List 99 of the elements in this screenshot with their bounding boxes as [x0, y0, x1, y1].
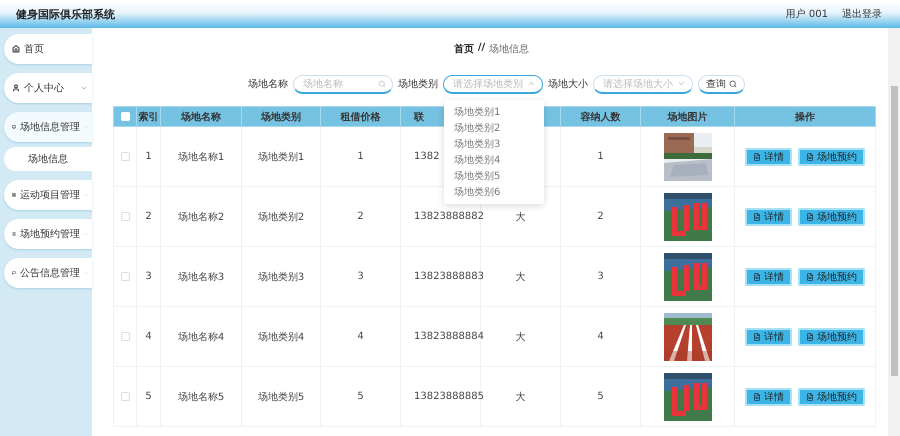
column-header: 场地类别 [242, 106, 320, 126]
search-icon [729, 80, 737, 88]
table-cell: 大 [516, 212, 526, 222]
column-header: 容纳人数 [560, 106, 640, 126]
logout-link[interactable]: 退出登录 [842, 7, 882, 21]
table-cell: 2 [597, 211, 604, 222]
table-cell: 1 [357, 151, 364, 162]
document-icon [806, 152, 814, 160]
field-label: 场地名称 [248, 78, 288, 91]
table-cell: 场地类别4 [258, 332, 304, 342]
table-cell: 场地名称4 [178, 332, 224, 342]
chevron-down-icon [80, 84, 88, 92]
table-cell: 场地名称3 [178, 272, 224, 282]
field-label: 场地大小 [548, 78, 588, 91]
reserve-button[interactable]: 场地预约 [798, 208, 865, 226]
document-icon [753, 392, 761, 400]
table-cell: 2 [357, 211, 364, 222]
sidebar-item[interactable]: 运动项目管理 [4, 180, 92, 210]
details-button[interactable]: 详情 [745, 268, 792, 286]
dropdown-option[interactable]: 场地类别5 [444, 168, 544, 184]
sidebar-item[interactable]: 个人中心 [4, 73, 92, 103]
details-button[interactable]: 详情 [745, 148, 792, 166]
query-button[interactable]: 查询 [698, 74, 745, 94]
table-cell: 5 [145, 391, 152, 402]
sidebar-item[interactable]: 场地预约管理 [4, 219, 92, 249]
details-button[interactable]: 详情 [745, 328, 792, 346]
table-cell: 4 [597, 331, 604, 342]
column-header: 场地图片 [640, 106, 734, 126]
user-name[interactable]: 用户 001 [786, 7, 828, 21]
table-cell: 13823888883 [414, 271, 484, 282]
document-icon [753, 332, 761, 340]
sidebar-item[interactable]: 首页 [4, 34, 92, 64]
sidebar-item[interactable]: 公告信息管理 [4, 258, 92, 288]
column-header: 场地名称 [160, 106, 242, 126]
table-cell: 场地类别2 [258, 212, 304, 222]
app-title: 健身国际俱乐部系统 [16, 6, 115, 22]
details-button[interactable]: 详情 [745, 208, 792, 226]
menu-icon [12, 230, 16, 238]
document-icon [753, 272, 761, 280]
table-cell: 2 [145, 211, 152, 222]
table-cell: 场地类别3 [258, 272, 304, 282]
document-icon [753, 212, 761, 220]
table-cell: 大 [516, 272, 526, 282]
document-icon [806, 332, 814, 340]
table-cell: 场地名称2 [178, 212, 224, 222]
menu-icon [12, 269, 16, 277]
table-cell: 场地类别5 [258, 392, 304, 402]
table-cell: 大 [516, 332, 526, 342]
column-header: 索引 [136, 106, 160, 126]
table-cell: 5 [597, 391, 604, 402]
row-checkbox[interactable] [120, 212, 130, 221]
table-cell: 3 [597, 271, 604, 282]
row-checkbox[interactable] [120, 392, 130, 401]
sidebar-item[interactable]: 场地信息管理 [4, 112, 92, 142]
document-icon [806, 212, 814, 220]
row-checkbox[interactable] [120, 152, 130, 161]
reserve-button[interactable]: 场地预约 [798, 148, 865, 166]
breadcrumb-separator: // [478, 42, 486, 55]
table-cell: 13823888884 [414, 331, 484, 342]
breadcrumb-item[interactable]: 首页 [454, 42, 474, 58]
column-header: 操作 [734, 106, 876, 126]
dropdown-option[interactable]: 场地类别6 [444, 184, 544, 200]
chevron-down-icon [677, 79, 686, 88]
row-checkbox[interactable] [120, 272, 130, 281]
table-cell: 1 [597, 151, 604, 162]
table-cell: 5 [357, 391, 364, 402]
table-cell: 1382 [414, 151, 440, 162]
menu-icon [12, 123, 16, 131]
row-checkbox[interactable] [120, 332, 130, 341]
select-all-checkbox[interactable] [120, 112, 130, 121]
search-icon [378, 80, 386, 88]
column-header: 租借价格 [320, 106, 400, 126]
dropdown-option[interactable]: 场地类别4 [444, 152, 544, 168]
menu-icon [12, 84, 20, 92]
menu-icon [12, 191, 16, 199]
chevron-up-icon [527, 79, 536, 88]
table-cell: 13823888882 [414, 211, 484, 222]
menu-icon [12, 45, 20, 53]
submenu-item[interactable]: 场地信息 [4, 147, 92, 171]
reserve-button[interactable]: 场地预约 [798, 388, 865, 406]
table-cell: 场地名称5 [178, 392, 224, 402]
table-cell: 1 [145, 151, 152, 162]
breadcrumb-item: 场地信息 [489, 42, 530, 57]
table-cell: 3 [145, 271, 152, 282]
document-icon [806, 272, 814, 280]
document-icon [806, 392, 814, 400]
details-button[interactable]: 详情 [745, 388, 792, 406]
table-cell: 4 [145, 331, 152, 342]
dropdown-option[interactable]: 场地类别3 [444, 136, 544, 152]
table-cell: 13823888885 [414, 391, 484, 402]
table-cell: 大 [516, 392, 526, 402]
reserve-button[interactable]: 场地预约 [798, 268, 865, 286]
document-icon [753, 152, 761, 160]
table-cell: 场地类别1 [258, 152, 304, 162]
reserve-button[interactable]: 场地预约 [798, 328, 865, 346]
table-cell: 3 [357, 271, 364, 282]
table-cell: 4 [357, 331, 364, 342]
field-label: 场地类别 [398, 78, 438, 91]
table-cell: 场地名称1 [178, 152, 224, 162]
